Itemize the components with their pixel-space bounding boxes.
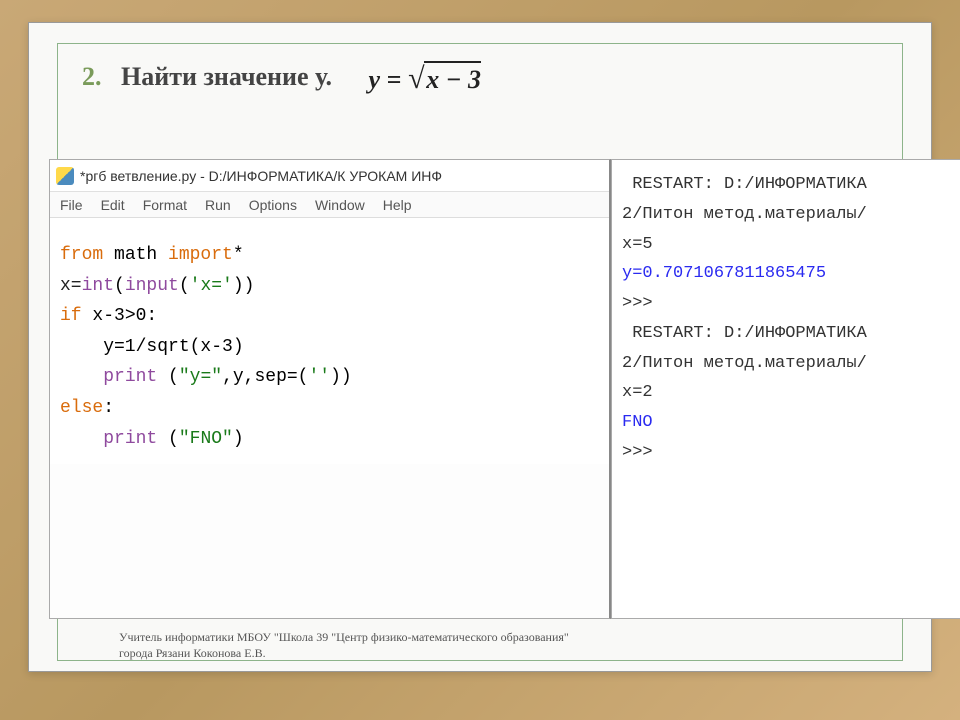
sqrt-icon	[408, 65, 424, 94]
menu-file[interactable]: File	[60, 197, 83, 213]
formula: y = x − 3	[368, 62, 481, 96]
menu-window[interactable]: Window	[315, 197, 365, 213]
slide-container: 2. Найти значение у. y = x − 3 *ргб ветв…	[28, 22, 932, 672]
formula-lhs: y =	[368, 65, 407, 94]
menu-run[interactable]: Run	[205, 197, 231, 213]
shell-output[interactable]: RESTART: D:/ИНФОРМАТИКА 2/Питон метод.ма…	[611, 159, 960, 619]
title-number: 2.	[82, 62, 102, 91]
code-area[interactable]: from math import* x=int(input('x=')) if …	[50, 218, 609, 464]
editor-window: *ргб ветвление.ру - D:/ИНФОРМАТИКА/К УРО…	[49, 159, 611, 619]
footer-credit: Учитель информатики МБОУ "Школа 39 "Цент…	[119, 629, 569, 661]
footer-line-2: города Рязани Коконова Е.В.	[119, 645, 569, 661]
menu-edit[interactable]: Edit	[101, 197, 125, 213]
title-text: Найти значение у.	[121, 62, 332, 91]
python-icon	[56, 167, 74, 185]
menu-bar: File Edit Format Run Options Window Help	[50, 192, 609, 218]
window-title-bar: *ргб ветвление.ру - D:/ИНФОРМАТИКА/К УРО…	[50, 160, 609, 192]
slide-title: 2. Найти значение у. y = x − 3	[82, 62, 878, 96]
menu-help[interactable]: Help	[383, 197, 412, 213]
menu-options[interactable]: Options	[249, 197, 297, 213]
screenshots-row: *ргб ветвление.ру - D:/ИНФОРМАТИКА/К УРО…	[49, 159, 960, 619]
radicand: x − 3	[424, 61, 481, 94]
footer-line-1: Учитель информатики МБОУ "Школа 39 "Цент…	[119, 629, 569, 645]
window-title-text: *ргб ветвление.ру - D:/ИНФОРМАТИКА/К УРО…	[80, 168, 442, 184]
menu-format[interactable]: Format	[143, 197, 187, 213]
